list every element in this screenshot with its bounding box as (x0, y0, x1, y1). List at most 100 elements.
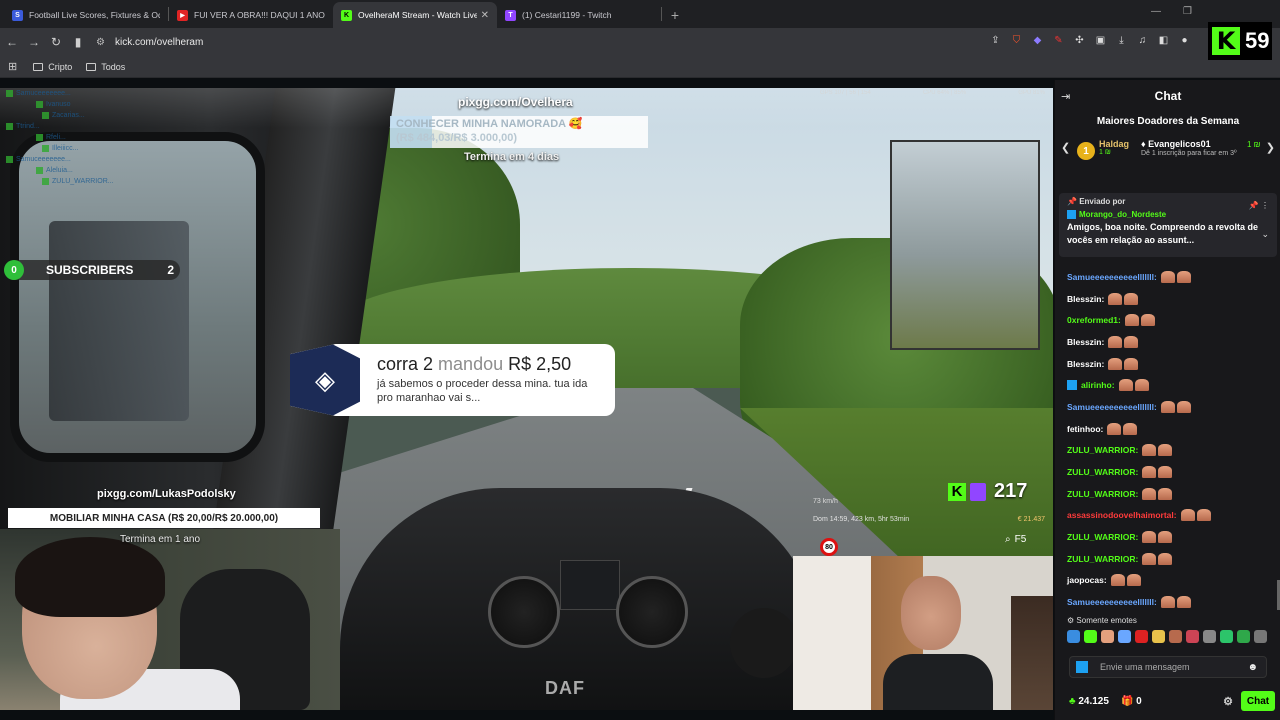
pinned-message[interactable]: 📌 Enviado por Morango_do_Nordeste Amigos… (1059, 193, 1277, 257)
send-chat-button[interactable]: Chat (1241, 691, 1275, 711)
tab-football[interactable]: S Football Live Scores, Fixtures & Odds (4, 2, 168, 28)
event-name: Aleluia... (46, 167, 73, 174)
emote-icon (1160, 400, 1175, 413)
hud-speed: 73 km/h (813, 497, 838, 505)
chat-username[interactable]: Samueeeeeeeeeelllllll: (1067, 402, 1157, 412)
event-name: Rfeli... (46, 134, 66, 141)
profile-icon[interactable]: ● (1177, 33, 1192, 48)
chat-username[interactable]: fetinhoo: (1067, 424, 1103, 434)
hud-money: € 21.437 (1017, 515, 1045, 523)
chat-username[interactable]: Blesszin: (1067, 337, 1104, 347)
bookmark-folder-todos[interactable]: Todos (86, 62, 125, 72)
chat-username[interactable]: ZULU_WARRIOR: (1067, 445, 1138, 455)
emote-icon (1134, 379, 1149, 392)
emote-icon (1142, 487, 1157, 500)
download-icon[interactable]: ⤓ (1114, 33, 1129, 48)
chat-message: jaopocas: (1067, 570, 1277, 592)
chat-username[interactable]: ZULU_WARRIOR: (1067, 467, 1138, 477)
emote-icon[interactable] (1220, 630, 1233, 643)
hud-key-hint: ⌕ F5 (1005, 534, 1026, 545)
emote-icon[interactable] (1118, 630, 1131, 643)
pinned-user-name: Morango_do_Nordeste (1079, 210, 1167, 219)
emote-icon[interactable] (1169, 630, 1182, 643)
chat-input-placeholder: Envie uma mensagem (1100, 662, 1190, 672)
kick-icon (42, 112, 49, 119)
emote-icon[interactable] (1101, 630, 1114, 643)
emote-icon (1124, 335, 1139, 348)
tab-youtube[interactable]: ▶ FUI VER A OBRA!!! DAQUI 1 ANO VOU (169, 2, 333, 28)
channel-points[interactable]: ♣ 24.125 (1069, 696, 1109, 707)
forward-icon[interactable]: → (24, 32, 44, 52)
chat-username[interactable]: alirinho: (1081, 380, 1115, 390)
chat-username[interactable]: Blesszin: (1067, 294, 1104, 304)
event-item: Zacarias... (6, 110, 116, 121)
close-tab-icon[interactable]: ✕ (481, 10, 489, 21)
chat-message: fetinhoo: (1067, 418, 1277, 440)
url-field[interactable]: ⚙ kick.com/ovelheram (90, 31, 1040, 53)
chat-username[interactable]: ZULU_WARRIOR: (1067, 532, 1138, 542)
emote-icon[interactable] (1152, 630, 1165, 643)
share-icon[interactable]: ⇪ (988, 33, 1003, 48)
emote-icon[interactable] (1237, 630, 1250, 643)
donor-name-text: Evangelicos01 (1148, 139, 1211, 149)
chevron-left-icon[interactable]: ❮ (1061, 141, 1070, 154)
media-icon[interactable]: ♫ (1135, 33, 1150, 48)
emote-icon[interactable] (1067, 630, 1080, 643)
chat-message: Blesszin: (1067, 288, 1277, 310)
restore-icon[interactable]: ❐ (1183, 6, 1192, 17)
emote-icon[interactable] (1203, 630, 1216, 643)
chat-input[interactable]: Envie uma mensagem ☻ (1069, 656, 1267, 678)
puzzle-icon[interactable]: ✣ (1072, 33, 1087, 48)
bookmark-folder-cripto[interactable]: Cripto (33, 62, 72, 72)
chat-header: ⇥ Chat (1055, 80, 1280, 112)
kick-notification-badge: K 59 (1208, 22, 1272, 60)
apps-icon[interactable]: ⊞ (8, 60, 17, 73)
emote-icon[interactable] (1084, 630, 1097, 643)
extension-icon[interactable]: ✎ (1051, 33, 1066, 48)
donor-amount: 1 ₪ (1247, 140, 1261, 149)
extension-icon[interactable]: ◆ (1030, 33, 1045, 48)
chat-username[interactable]: jaopocas: (1067, 575, 1107, 585)
emote-icon[interactable] (1186, 630, 1199, 643)
collapse-chat-icon[interactable]: ⇥ (1061, 90, 1070, 103)
stream-video-player[interactable]: GPS 107 | 56 | 154 CPU 64% | 85% GPU 81%… (0, 88, 1053, 710)
donor-subtext: Dê 1 inscrição para ficar em 3º (1141, 150, 1237, 157)
pinned-user[interactable]: Morango_do_Nordeste (1067, 210, 1269, 220)
donor-card-1[interactable]: 1 Haldag 1 ₪ (1077, 139, 1129, 160)
site-settings-icon[interactable]: ⚙ (96, 37, 105, 48)
emoji-picker-icon[interactable]: ☻ (1247, 662, 1258, 673)
emote-icon[interactable] (1135, 630, 1148, 643)
back-icon[interactable]: ← (2, 32, 22, 52)
settings-gear-icon[interactable]: ⚙ (1223, 695, 1233, 708)
brave-shield-icon[interactable]: ⛉ (1009, 33, 1024, 48)
emote-icon (1142, 552, 1157, 565)
top-donors-title: Maiores Doadores da Semana (1096, 116, 1240, 127)
minimize-icon[interactable]: — (1151, 6, 1161, 17)
gift-counter[interactable]: 🎁 0 (1121, 696, 1142, 707)
pin-menu-icon[interactable]: 📌 ⋮ (1249, 201, 1269, 210)
sidebar-icon[interactable]: ◧ (1156, 33, 1171, 48)
chat-username[interactable]: assassinodoovelhaimortal: (1067, 510, 1177, 520)
pinned-text: Amigos, boa noite. Compreendo a revolta … (1067, 222, 1259, 246)
chevron-right-icon[interactable]: ❯ (1266, 141, 1275, 154)
chat-username[interactable]: Samueeeeeeeeeelllllll: (1067, 272, 1157, 282)
reload-icon[interactable]: ↻ (46, 32, 66, 52)
donor-card-2[interactable]: ♦ Evangelicos01 Dê 1 inscrição para fica… (1141, 139, 1241, 158)
tab-kick-active[interactable]: K OvelheraM Stream - Watch Live ✕ (333, 2, 497, 28)
chevron-down-icon[interactable]: ⌄ (1261, 229, 1269, 240)
new-tab-icon[interactable]: + (662, 2, 688, 28)
goal-amount: (R$ 484,03/R$ 3.000,00) (396, 132, 518, 144)
chat-username[interactable]: ZULU_WARRIOR: (1067, 489, 1138, 499)
emote-icon (1158, 466, 1173, 479)
chat-username[interactable]: ZULU_WARRIOR: (1067, 554, 1138, 564)
tab-twitch[interactable]: T (1) Cestari1199 - Twitch (497, 2, 661, 28)
emote-icon[interactable] (1254, 630, 1267, 643)
bookmark-icon[interactable]: ▮ (68, 32, 88, 52)
hud-gpu: GPU 81% (1018, 90, 1045, 96)
donation-goal-2: MOBILIAR MINHA CASA (R$ 20,00/R$ 20.000,… (8, 508, 320, 528)
chat-username[interactable]: Samueeeeeeeeeelllllll: (1067, 597, 1157, 607)
chat-username[interactable]: Blesszin: (1067, 359, 1104, 369)
chat-username[interactable]: 0xreformed1: (1067, 315, 1121, 325)
wallet-icon[interactable]: ▣ (1093, 33, 1108, 48)
emote-icon (1108, 357, 1123, 370)
